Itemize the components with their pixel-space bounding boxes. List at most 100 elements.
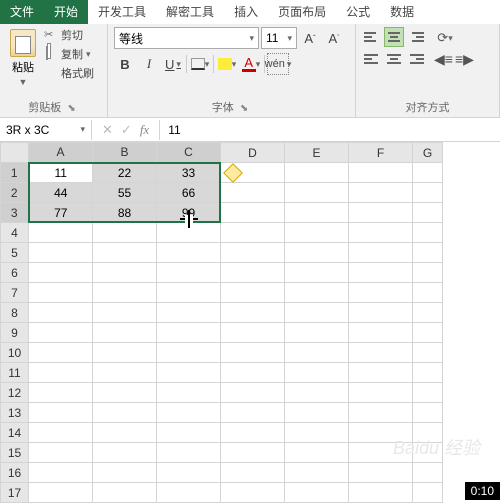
decrease-indent-button[interactable]: ◀≡ [434, 51, 453, 68]
cell[interactable] [29, 463, 93, 483]
cell[interactable] [285, 463, 349, 483]
increase-font-button[interactable]: Aˆ [299, 27, 321, 49]
dialog-launcher-icon[interactable]: ⬊ [64, 103, 78, 114]
cell[interactable] [285, 323, 349, 343]
cell[interactable] [29, 423, 93, 443]
tab-insert[interactable]: 插入 [224, 0, 268, 24]
cell[interactable] [157, 443, 221, 463]
cell[interactable] [285, 223, 349, 243]
cell[interactable] [29, 263, 93, 283]
cell[interactable] [157, 303, 221, 323]
cell[interactable] [413, 263, 443, 283]
cell[interactable] [221, 203, 285, 223]
cut-button[interactable]: ✂剪切 [44, 27, 94, 43]
italic-button[interactable]: I [138, 53, 160, 75]
align-top-center[interactable] [384, 27, 404, 47]
cell[interactable] [413, 323, 443, 343]
cell[interactable] [349, 403, 413, 423]
cell[interactable] [157, 383, 221, 403]
cell[interactable] [93, 223, 157, 243]
cell[interactable] [93, 443, 157, 463]
cell[interactable] [349, 363, 413, 383]
row-header[interactable]: 12 [1, 383, 29, 403]
cell[interactable] [221, 363, 285, 383]
cell[interactable] [349, 263, 413, 283]
cell[interactable] [29, 243, 93, 263]
align-top-left[interactable] [362, 27, 382, 47]
spreadsheet-grid[interactable]: A B C D E F G 1112233 2445566 3778899 4 … [0, 142, 443, 503]
cell[interactable] [285, 203, 349, 223]
tab-developer[interactable]: 开发工具 [88, 0, 156, 24]
cell[interactable] [349, 203, 413, 223]
cell[interactable] [93, 463, 157, 483]
cell[interactable] [93, 343, 157, 363]
tab-data[interactable]: 数据 [380, 0, 424, 24]
row-header[interactable]: 7 [1, 283, 29, 303]
font-color-button[interactable]: A▾ [240, 53, 262, 75]
col-header-b[interactable]: B [93, 143, 157, 163]
cell[interactable] [29, 303, 93, 323]
cell[interactable]: 66 [157, 183, 221, 203]
cell[interactable] [413, 203, 443, 223]
cell[interactable] [93, 263, 157, 283]
cell[interactable] [349, 423, 413, 443]
row-header[interactable]: 5 [1, 243, 29, 263]
cell[interactable] [413, 463, 443, 483]
row-header[interactable]: 11 [1, 363, 29, 383]
tab-file[interactable]: 文件 [0, 0, 44, 24]
cancel-formula-button[interactable]: ✕ [102, 122, 113, 138]
cell[interactable] [349, 223, 413, 243]
cell[interactable] [413, 403, 443, 423]
col-header-a[interactable]: A [29, 143, 93, 163]
cell[interactable] [157, 323, 221, 343]
bold-button[interactable]: B [114, 53, 136, 75]
tab-page-layout[interactable]: 页面布局 [268, 0, 336, 24]
cell[interactable]: 44 [29, 183, 93, 203]
col-header-f[interactable]: F [349, 143, 413, 163]
formula-bar[interactable]: 11 [159, 120, 500, 140]
cell[interactable] [221, 383, 285, 403]
underline-button[interactable]: U▾ [162, 53, 184, 75]
cell[interactable] [221, 323, 285, 343]
cell[interactable] [93, 423, 157, 443]
cell[interactable] [221, 183, 285, 203]
fx-button[interactable]: fx [140, 122, 149, 138]
tab-home[interactable]: 开始 [44, 0, 88, 24]
cell[interactable] [285, 283, 349, 303]
align-center[interactable] [384, 49, 404, 69]
cell[interactable]: 11 [29, 163, 93, 183]
copy-button[interactable]: 复制▾ [44, 46, 94, 62]
col-header-g[interactable]: G [413, 143, 443, 163]
font-size-select[interactable]: 11▾ [261, 27, 297, 49]
row-header[interactable]: 9 [1, 323, 29, 343]
cell[interactable] [413, 423, 443, 443]
cell[interactable] [93, 403, 157, 423]
cell[interactable] [413, 303, 443, 323]
increase-indent-button[interactable]: ≡▶ [455, 51, 474, 68]
cell[interactable]: 55 [93, 183, 157, 203]
cell[interactable] [221, 243, 285, 263]
dialog-launcher-icon[interactable]: ⬊ [237, 103, 251, 114]
cell[interactable] [29, 283, 93, 303]
format-painter-button[interactable]: 格式刷 [44, 65, 94, 81]
phonetic-button[interactable]: wén▾ [267, 53, 289, 75]
col-header-e[interactable]: E [285, 143, 349, 163]
cell[interactable] [285, 403, 349, 423]
cell[interactable] [349, 283, 413, 303]
cell[interactable] [349, 303, 413, 323]
col-header-c[interactable]: C [157, 143, 221, 163]
cell[interactable]: 88 [93, 203, 157, 223]
cell[interactable] [157, 343, 221, 363]
cell[interactable] [349, 463, 413, 483]
cell[interactable] [157, 363, 221, 383]
cell[interactable] [93, 323, 157, 343]
cell[interactable] [221, 263, 285, 283]
cell[interactable] [157, 463, 221, 483]
row-header[interactable]: 14 [1, 423, 29, 443]
row-header[interactable]: 1 [1, 163, 29, 183]
cell[interactable] [349, 343, 413, 363]
cell[interactable] [285, 263, 349, 283]
col-header-d[interactable]: D [221, 143, 285, 163]
fill-color-button[interactable]: ▾ [216, 53, 238, 75]
cell[interactable] [413, 383, 443, 403]
